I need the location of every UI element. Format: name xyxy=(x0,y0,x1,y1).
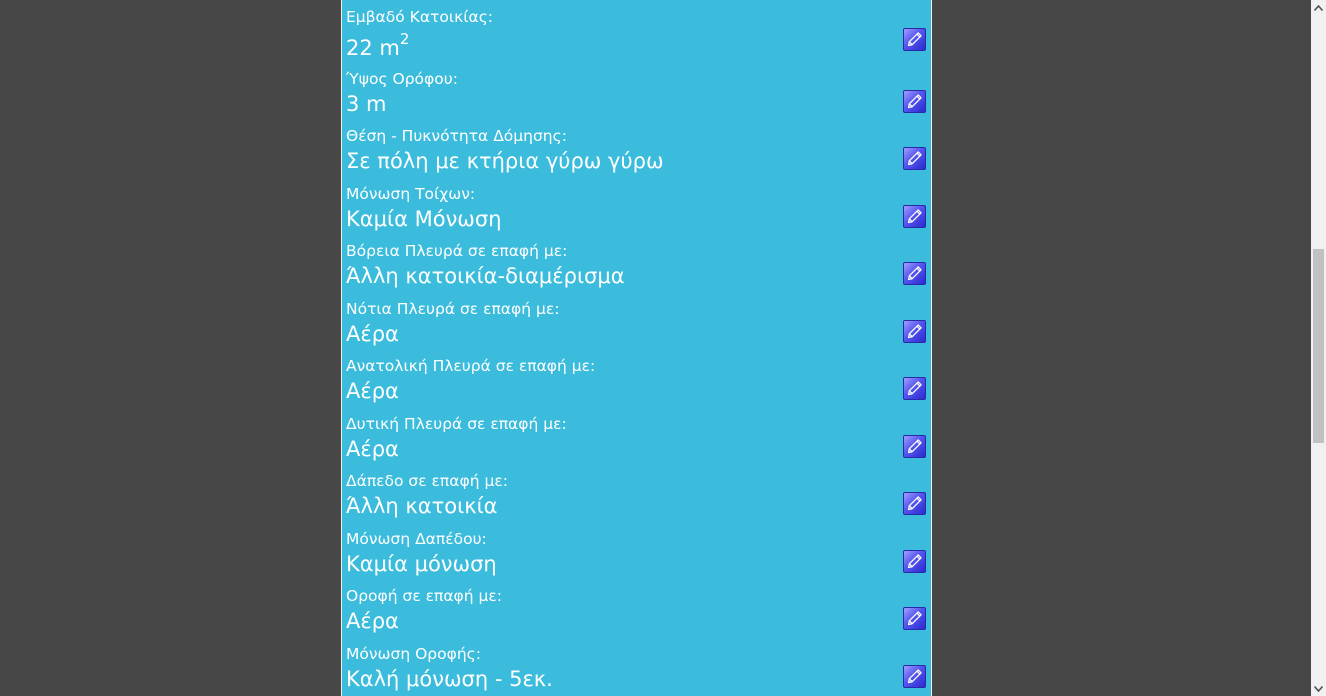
pencil-icon xyxy=(907,554,922,569)
page: Εμβαδό Κατοικίας: 22 m2 Ύψος Ορόφου: 3 m… xyxy=(0,0,1326,696)
field-value: Αέρα xyxy=(346,379,399,403)
field-label: Ανατολική Πλευρά σε επαφή με: xyxy=(346,357,596,375)
pencil-icon xyxy=(907,209,922,224)
edit-roof-insulation-button[interactable] xyxy=(903,665,926,688)
field-label: Βόρεια Πλευρά σε επαφή με: xyxy=(346,242,568,260)
house-details-panel: Εμβαδό Κατοικίας: 22 m2 Ύψος Ορόφου: 3 m… xyxy=(341,0,932,696)
field-floor-contact: Δάπεδο σε επαφή με: Άλλη κατοικία xyxy=(346,472,927,530)
field-value: Καλή μόνωση - 5εκ. xyxy=(346,667,553,691)
edit-area-button[interactable] xyxy=(903,28,926,51)
field-area: Εμβαδό Κατοικίας: 22 m2 xyxy=(346,8,927,66)
field-roof-contact: Οροφή σε επαφή με: Αέρα xyxy=(346,587,927,645)
edit-south-side-button[interactable] xyxy=(903,320,926,343)
scroll-down-arrow[interactable] xyxy=(1311,681,1326,696)
scroll-up-arrow[interactable] xyxy=(1311,0,1326,15)
pencil-icon xyxy=(907,611,922,626)
pencil-icon xyxy=(907,266,922,281)
field-value: Άλλη κατοικία-διαμέρισμα xyxy=(346,264,625,288)
field-value: Καμία Μόνωση xyxy=(346,207,502,231)
edit-floor-height-button[interactable] xyxy=(903,90,926,113)
field-label: Νότια Πλευρά σε επαφή με: xyxy=(346,300,560,318)
edit-east-side-button[interactable] xyxy=(903,377,926,400)
edit-north-side-button[interactable] xyxy=(903,262,926,285)
field-value: 3 m xyxy=(346,92,387,116)
field-value: Καμία μόνωση xyxy=(346,552,497,576)
chevron-up-icon xyxy=(1314,4,1323,11)
field-value: Αέρα xyxy=(346,609,399,633)
edit-building-density-button[interactable] xyxy=(903,147,926,170)
pencil-icon xyxy=(907,151,922,166)
pencil-icon xyxy=(907,496,922,511)
pencil-icon xyxy=(907,381,922,396)
field-label: Θέση - Πυκνότητα Δόμησης: xyxy=(346,127,567,145)
edit-roof-contact-button[interactable] xyxy=(903,607,926,630)
field-value: 22 m2 xyxy=(346,30,410,60)
pencil-icon xyxy=(907,32,922,47)
field-value: Αέρα xyxy=(346,437,399,461)
superscript: 2 xyxy=(399,30,410,48)
field-label: Δάπεδο σε επαφή με: xyxy=(346,472,508,490)
field-value: Σε πόλη με κτήρια γύρω γύρω xyxy=(346,149,664,173)
field-label: Ύψος Ορόφου: xyxy=(346,70,458,88)
field-floor-insulation: Μόνωση Δαπέδου: Καμία μόνωση xyxy=(346,530,927,588)
field-label: Οροφή σε επαφή με: xyxy=(346,587,502,605)
field-north-side: Βόρεια Πλευρά σε επαφή με: Άλλη κατοικία… xyxy=(346,242,927,300)
field-label: Μόνωση Δαπέδου: xyxy=(346,530,487,548)
field-wall-insulation: Μόνωση Τοίχων: Καμία Μόνωση xyxy=(346,185,927,243)
edit-floor-contact-button[interactable] xyxy=(903,492,926,515)
field-south-side: Νότια Πλευρά σε επαφή με: Αέρα xyxy=(346,300,927,358)
edit-west-side-button[interactable] xyxy=(903,435,926,458)
scrollbar-thumb[interactable] xyxy=(1313,249,1324,443)
pencil-icon xyxy=(907,669,922,684)
field-label: Μόνωση Οροφής: xyxy=(346,645,481,663)
field-label: Δυτική Πλευρά σε επαφή με: xyxy=(346,415,567,433)
field-label: Εμβαδό Κατοικίας: xyxy=(346,8,494,26)
edit-floor-insulation-button[interactable] xyxy=(903,550,926,573)
pencil-icon xyxy=(907,439,922,454)
pencil-icon xyxy=(907,94,922,109)
edit-wall-insulation-button[interactable] xyxy=(903,205,926,228)
pencil-icon xyxy=(907,324,922,339)
field-floor-height: Ύψος Ορόφου: 3 m xyxy=(346,70,927,128)
field-roof-insulation: Μόνωση Οροφής: Καλή μόνωση - 5εκ. xyxy=(346,645,927,696)
field-building-density: Θέση - Πυκνότητα Δόμησης: Σε πόλη με κτή… xyxy=(346,127,927,185)
field-label: Μόνωση Τοίχων: xyxy=(346,185,476,203)
chevron-down-icon xyxy=(1314,685,1323,692)
field-east-side: Ανατολική Πλευρά σε επαφή με: Αέρα xyxy=(346,357,927,415)
field-value: Άλλη κατοικία xyxy=(346,494,498,518)
vertical-scrollbar[interactable] xyxy=(1311,0,1326,696)
field-value: Αέρα xyxy=(346,322,399,346)
field-west-side: Δυτική Πλευρά σε επαφή με: Αέρα xyxy=(346,415,927,473)
